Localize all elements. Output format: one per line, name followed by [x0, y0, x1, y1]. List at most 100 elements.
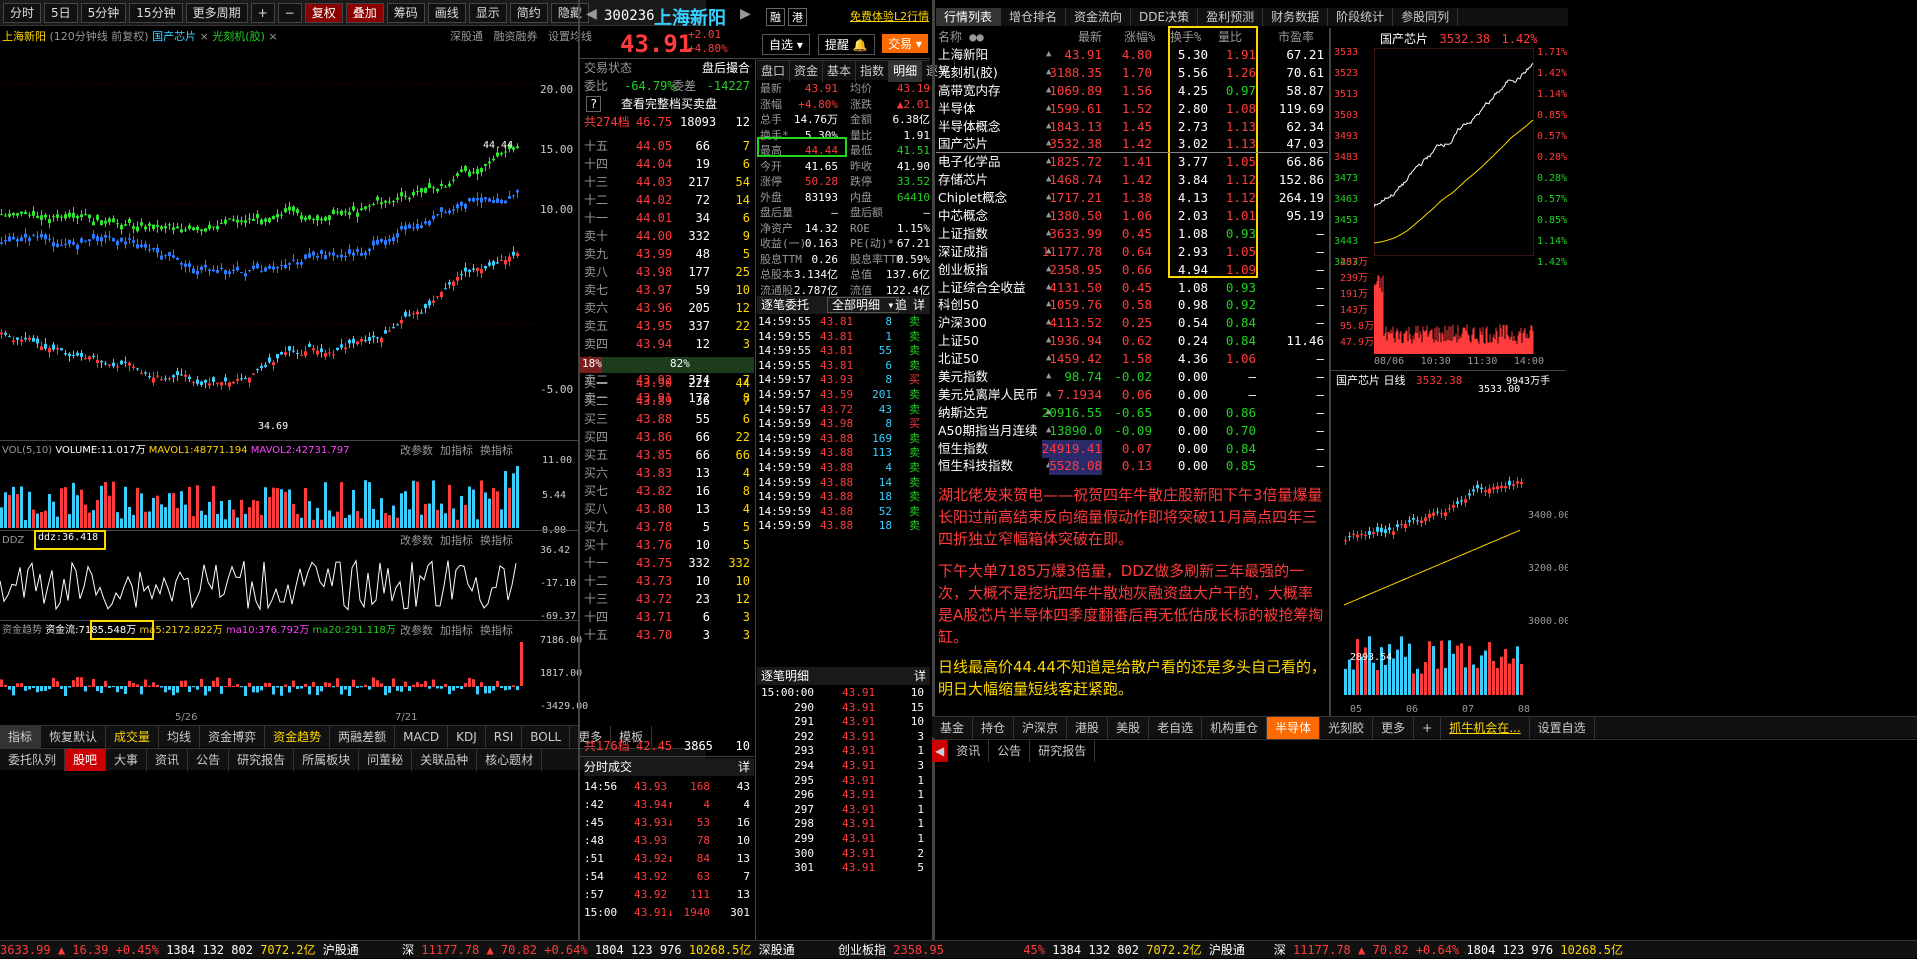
margin-link[interactable]: 融资融券	[494, 30, 538, 43]
add-indicator-button[interactable]: 加指标	[440, 444, 473, 457]
overlay-button[interactable]: 叠加	[345, 2, 384, 23]
change-param-button[interactable]: 改参数	[400, 444, 433, 457]
col-pct[interactable]: 涨幅%	[1124, 28, 1155, 46]
rank-row[interactable]: 中芯概念 ▲ 1380.50 1.06 2.03 1.01 95.19	[938, 207, 1328, 225]
draw-line-button[interactable]: 画线	[427, 2, 466, 23]
buy-level-row[interactable]: 买五 43.85 66 66	[584, 446, 754, 464]
hgt-link[interactable]: 沪股通	[323, 943, 359, 957]
bottom-tab[interactable]: 委托队列	[0, 748, 66, 771]
promo-link[interactable]: 抓牛机会在...	[1441, 716, 1530, 739]
rank-tab[interactable]: DDE决策	[1131, 8, 1199, 26]
rank-row[interactable]: 上海新阳 ▲ 43.91 4.80 5.30 1.91 67.21	[938, 46, 1328, 64]
pk-tab[interactable]: 盘口	[757, 59, 791, 82]
buy-level-row[interactable]: 买九 43.78 5 5	[584, 518, 754, 536]
bottom-tab[interactable]: 所属板块	[294, 748, 360, 771]
sector-tab[interactable]: 基金	[932, 716, 974, 739]
switch-indicator-button[interactable]: 换指标	[480, 444, 513, 457]
col-pe[interactable]: 市盈率	[1278, 28, 1314, 46]
col-name[interactable]: 名称	[938, 30, 962, 44]
sell-level-row[interactable]: 卖九 43.99 48 5	[584, 245, 754, 263]
ind-tab[interactable]: 资金博弈	[200, 725, 266, 748]
sell-level-row[interactable]: 卖六 43.96 205 12	[584, 299, 754, 317]
buy-level-row[interactable]: 买二 43.89 36 7	[584, 392, 754, 410]
sgt-link[interactable]: 深股通	[759, 943, 795, 957]
simple-button[interactable]: 简约	[509, 2, 548, 23]
rank-tab[interactable]: 参股同列	[1393, 8, 1459, 26]
buy-level-row[interactable]: 买六 43.83 13 4	[584, 464, 754, 482]
news-tab[interactable]: 公告	[989, 739, 1031, 762]
rank-row[interactable]: 沪深300 ▲ 4113.52 0.25 0.54 0.84—	[938, 314, 1328, 332]
add-indicator-button[interactable]: 加指标	[440, 624, 473, 637]
bottom-tab[interactable]: 研究报告	[229, 748, 295, 771]
buy-level-row[interactable]: 买三 43.88 55 6	[584, 410, 754, 428]
buy-level-row[interactable]: 十一 43.75 332 332	[584, 554, 754, 572]
ind-tab[interactable]: 均线	[159, 725, 201, 748]
hgt-link[interactable]: 沪股通	[1209, 943, 1245, 957]
zbwt-filter[interactable]: 全部明细 ▾	[827, 297, 900, 313]
more-period-button[interactable]: 更多周期	[185, 2, 248, 23]
l2-trial-link[interactable]: 免费体验L2行情	[850, 8, 929, 24]
bottom-tab[interactable]: 股吧	[65, 748, 107, 771]
sell-level-row[interactable]: 十四 44.04 19 6	[584, 155, 754, 173]
rank-row[interactable]: 电子化学品 ▲ 1825.72 1.41 3.77 1.05 66.86	[938, 153, 1328, 171]
fuquan-button[interactable]: 复权	[304, 2, 343, 23]
sell-level-row[interactable]: 十二 44.02 72 14	[584, 191, 754, 209]
display-button[interactable]: 显示	[468, 2, 507, 23]
rank-tab[interactable]: 增仓排名	[1001, 8, 1067, 26]
news-toggle-icon[interactable]: ◀	[932, 739, 949, 762]
pk-tab[interactable]: 明细	[889, 59, 923, 82]
kline-chart[interactable]	[0, 44, 575, 439]
ind-tab[interactable]: 两融差额	[330, 725, 396, 748]
sell-level-row[interactable]: 十一 44.01 34 6	[584, 209, 754, 227]
sell-level-row[interactable]: 卖五 43.95 337 22	[584, 317, 754, 335]
ind-tab[interactable]: 恢复默认	[41, 725, 107, 748]
rank-row[interactable]: 美元指数 ▲ 98.74 -0.02 0.00— —	[938, 368, 1328, 386]
buy-level-row[interactable]: 买一 43.90 221 44	[584, 374, 754, 392]
sell-level-row[interactable]: 十三 44.03 217 54	[584, 173, 754, 191]
sector-tab[interactable]: 美股	[1108, 716, 1150, 739]
rank-row[interactable]: 深证成指 ▲ 11177.78 0.64 2.93 1.05—	[938, 243, 1328, 261]
rank-tab[interactable]: 资金流向	[1066, 8, 1132, 26]
bottom-tab[interactable]: 核心题材	[477, 748, 543, 771]
alert-button[interactable]: 提醒 🔔	[818, 34, 875, 55]
buy-level-row[interactable]: 买七 43.82 16 8	[584, 482, 754, 500]
sell-level-row[interactable]: 十五 44.05 66 7	[584, 137, 754, 155]
rank-row[interactable]: 半导体概念 ▲ 1843.13 1.45 2.73 1.13 62.34	[938, 118, 1328, 136]
rank-tab[interactable]: 财务数据	[1263, 8, 1329, 26]
ind-tab[interactable]: 资金趋势	[265, 725, 331, 748]
rank-row[interactable]: Chiplet概念 ▲ 1717.21 1.38 4.13 1.12 264.19	[938, 189, 1328, 207]
bottom-tab[interactable]: 关联品种	[412, 748, 478, 771]
prev-stock-icon[interactable]: ◀	[586, 6, 597, 22]
sector-tab[interactable]: 机构重仓	[1202, 716, 1268, 739]
rank-row[interactable]: 恒生科技指数▲5528.080.130.000.85—	[938, 457, 1328, 476]
bottom-tab[interactable]: 大事	[106, 748, 148, 771]
sell-level-row[interactable]: 卖七 43.97 59 10	[584, 281, 754, 299]
ind-tab[interactable]: MACD	[395, 725, 449, 748]
pk-tab[interactable]: 资金	[790, 59, 824, 82]
rank-row[interactable]: 创业板指 ▲ 2358.95 0.66 4.94 1.09—	[938, 261, 1328, 279]
zoom-out-button[interactable]: −	[277, 2, 302, 23]
zbwt-track-button[interactable]: 追	[895, 296, 907, 314]
pk-tab[interactable]: 指数	[856, 59, 890, 82]
rank-row[interactable]: A50期指当月连续 ▲ 13890.0 -0.09 0.00 0.70—	[938, 422, 1328, 440]
rank-row[interactable]: 高带宽内存 ▲ 1069.89 1.56 4.25 0.97 58.87	[938, 82, 1328, 100]
buy-level-row[interactable]: 十三 43.72 23 12	[584, 590, 754, 608]
sector-tab[interactable]: 沪深京	[1014, 716, 1068, 739]
rank-tab[interactable]: 阶段统计	[1328, 8, 1394, 26]
bottom-tab[interactable]: 公告	[188, 748, 230, 771]
next-stock-icon[interactable]: ▶	[740, 6, 751, 22]
rank-row[interactable]: 上证综合全收益 ▲ 4131.50 0.45 1.08 0.93—	[938, 279, 1328, 297]
bottom-tab[interactable]: 问董秘	[359, 748, 413, 771]
sz-index[interactable]: 11177.78	[421, 943, 479, 957]
rank-row[interactable]: 科创50 ▲ 1059.76 0.58 0.98 0.92—	[938, 296, 1328, 314]
settings-button[interactable]: 设置自选	[1530, 716, 1595, 739]
sz-index[interactable]: 11177.78	[1293, 943, 1351, 957]
ind-tab[interactable]: 成交量	[106, 725, 160, 748]
rank-row[interactable]: 光刻机(胶) ▲ 3188.35 1.70 5.56 1.26 70.61	[938, 64, 1328, 82]
sector-tab[interactable]: 更多	[1373, 716, 1415, 739]
buy-level-row[interactable]: 十四 43.71 6 3	[584, 608, 754, 626]
rank-row[interactable]: 上证50 ▲ 1936.94 0.62 0.24 0.84 11.46	[938, 332, 1328, 350]
rank-row[interactable]: 恒生指数▲24919.410.070.000.84—	[938, 439, 1328, 458]
sell-level-row[interactable]: 卖八 43.98 177 25	[584, 263, 754, 281]
zbmx-detail-button[interactable]: 详	[914, 667, 926, 685]
